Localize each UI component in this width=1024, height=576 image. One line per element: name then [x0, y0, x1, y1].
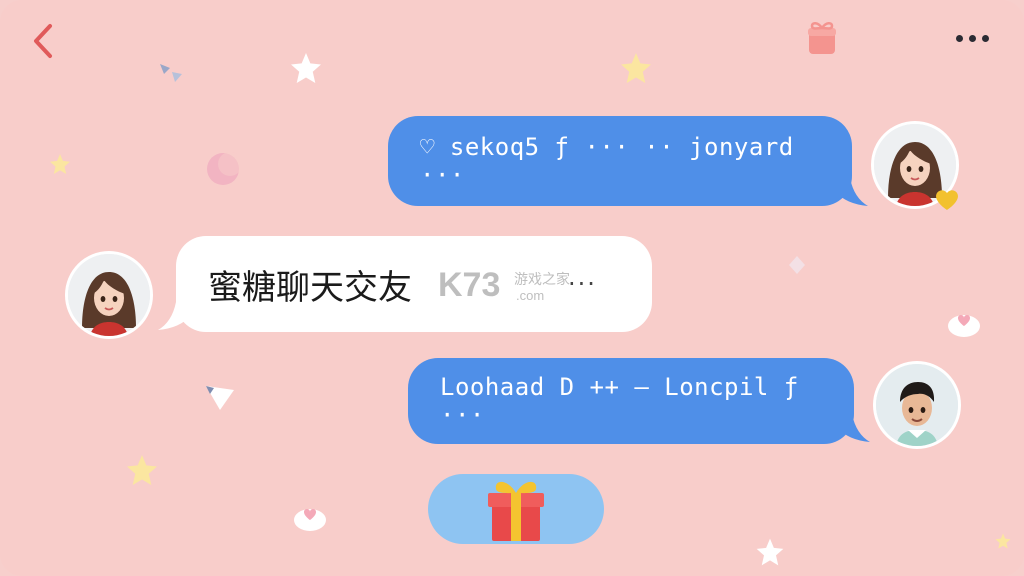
- diamond-decoration: [789, 256, 805, 274]
- heart-icon: [936, 190, 958, 210]
- star-decoration: [756, 538, 784, 566]
- star-decoration: [291, 53, 321, 83]
- chevron-left-icon: [34, 24, 52, 58]
- more-horizontal-icon: [955, 34, 963, 42]
- site-watermark-logo: K73 游戏之家 .com: [438, 266, 570, 304]
- svg-text:游戏之家: 游戏之家: [514, 271, 570, 288]
- svg-text:.com: .com: [516, 288, 544, 303]
- heart-cloud-decoration: [948, 315, 980, 337]
- message-bubble-outgoing[interactable]: Loohaad D ++ — Loncpil ƒ ···: [408, 358, 854, 444]
- send-gift-button[interactable]: [428, 474, 604, 544]
- bubble-tail: [838, 414, 870, 442]
- boy-avatar-icon: [876, 364, 958, 446]
- gift-icon: [808, 22, 836, 54]
- more-options-button[interactable]: [948, 24, 996, 52]
- message-text: ♡ sekoq5 ƒ ··· ·· jonyard ···: [420, 133, 794, 189]
- message-text: 蜜糖聊天交友: [208, 267, 412, 308]
- girl-avatar-icon: [68, 254, 150, 336]
- message-bubble-outgoing[interactable]: ♡ sekoq5 ƒ ··· ·· jonyard ···: [388, 116, 852, 206]
- star-decoration: [621, 53, 651, 83]
- girl-avatar[interactable]: [68, 254, 150, 336]
- moon-decoration: [207, 152, 242, 185]
- star-decoration: [127, 455, 157, 485]
- message-text: Loohaad D ++ — Loncpil ƒ ···: [440, 373, 799, 429]
- star-decoration: [995, 533, 1011, 549]
- gift-top-button[interactable]: [806, 18, 838, 56]
- bubble-tail: [836, 178, 868, 206]
- star-decoration: [50, 154, 70, 174]
- chat-screen: ♡ sekoq5 ƒ ··· ·· jonyard ··· 蜜糖聊天交友 ···…: [0, 0, 1024, 576]
- heart-cloud-decoration: [294, 509, 326, 531]
- gift-box-icon: [488, 481, 544, 541]
- svg-text:K73: K73: [438, 266, 500, 304]
- triangle-decoration: [206, 386, 234, 410]
- back-button[interactable]: [28, 22, 58, 60]
- boy-avatar[interactable]: [876, 364, 958, 446]
- triangle-decoration: [160, 64, 182, 82]
